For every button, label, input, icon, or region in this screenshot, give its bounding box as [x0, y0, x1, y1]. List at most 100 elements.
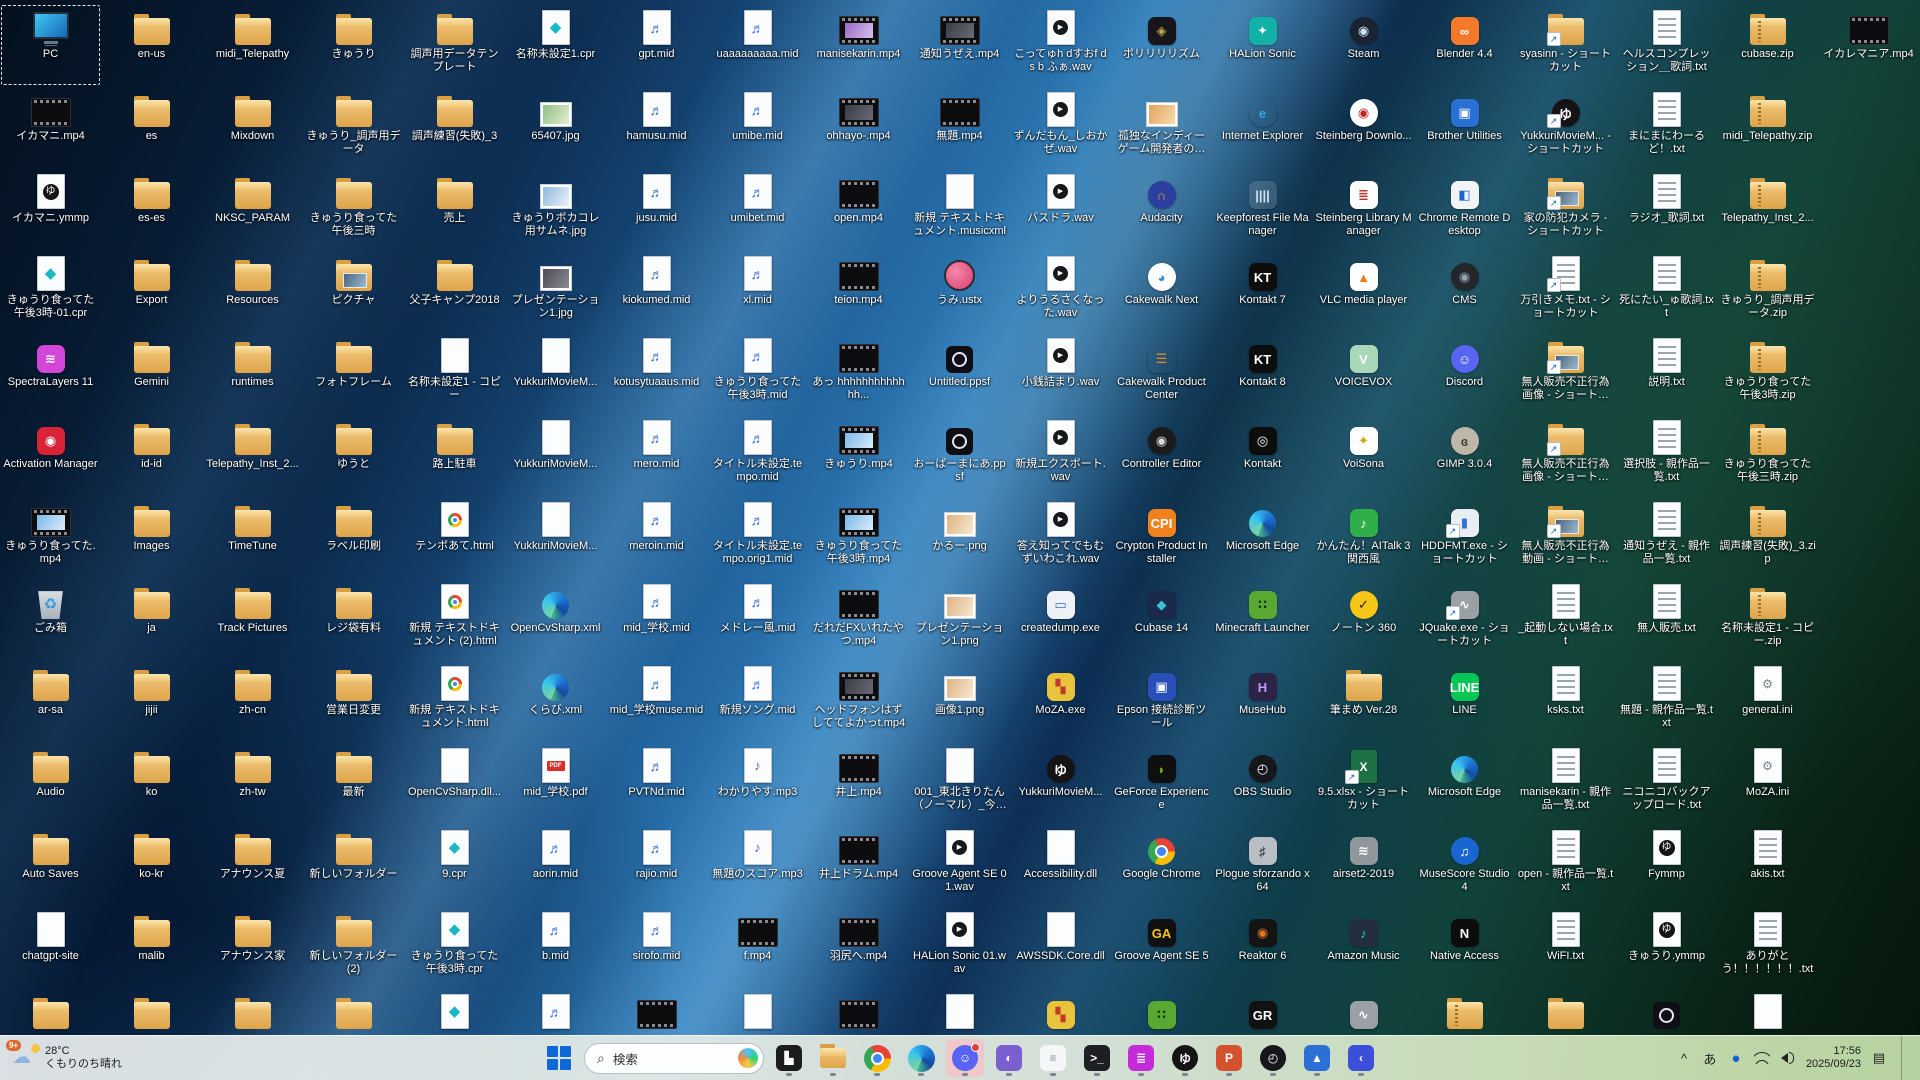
desktop-icon[interactable]: 営業日変更: [303, 660, 404, 742]
desktop-icon[interactable]: [1717, 988, 1818, 1036]
desktop-icon[interactable]: プレゼンテーション1.jpg: [505, 250, 606, 332]
desktop-icon[interactable]: ✦ VoiSona: [1313, 414, 1414, 496]
powerpoint-taskbar-button[interactable]: P: [1210, 1039, 1248, 1077]
desktop-icon[interactable]: ♬ aorin.mid: [505, 824, 606, 906]
desktop-icon[interactable]: ▮ ↗ HDDFMT.exe - ショートカット: [1414, 496, 1515, 578]
desktop-icon[interactable]: e Internet Explorer: [1212, 86, 1313, 168]
file-explorer-taskbar-button[interactable]: [814, 1039, 852, 1077]
desktop-icon[interactable]: ヘルスコンプレッション＿歌詞.txt: [1616, 4, 1717, 86]
desktop-icon[interactable]: N Native Access: [1414, 906, 1515, 988]
desktop-icon[interactable]: H MuseHub: [1212, 660, 1313, 742]
desktop-icon[interactable]: かるー.png: [909, 496, 1010, 578]
desktop-icon[interactable]: 無人販売.txt: [1616, 578, 1717, 660]
desktop-icon[interactable]: 無題.mp4: [909, 86, 1010, 168]
desktop-icon[interactable]: ◉ Activation Manager: [0, 414, 101, 496]
desktop-icon[interactable]: アナウンス家: [202, 906, 303, 988]
desktop-icon[interactable]: V VOICEVOX: [1313, 332, 1414, 414]
desktop-icon[interactable]: ◎ Kontakt: [1212, 414, 1313, 496]
desktop-icon[interactable]: NKSC_PARAM: [202, 168, 303, 250]
desktop-icon[interactable]: きゅうりボカコレ用サムネ.jpg: [505, 168, 606, 250]
desktop-icon[interactable]: ▣ Brother Utilities: [1414, 86, 1515, 168]
desktop-icon[interactable]: ♬ きゅうり食ってた午後3時.mid: [707, 332, 808, 414]
desktop-icon[interactable]: ヘッドフォンはずしててよかっt.mp4: [808, 660, 909, 742]
desktop-icon[interactable]: ↗ 家の防犯カメラ - ショートカット: [1515, 168, 1616, 250]
desktop-icon[interactable]: 新規 テキストドキュメント (2).html: [404, 578, 505, 660]
volume-icon[interactable]: [1780, 1052, 1796, 1064]
desktop-icon[interactable]: Microsoft Edge: [1212, 496, 1313, 578]
desktop-icon[interactable]: ko-kr: [101, 824, 202, 906]
desktop-icon[interactable]: open - 親作品一覧.txt: [1515, 824, 1616, 906]
desktop-icon[interactable]: Track Pictures: [202, 578, 303, 660]
desktop-icon[interactable]: ◆ きゅうり食ってた午後3時.cpr: [404, 906, 505, 988]
desktop-icon[interactable]: だれだFXいれたやつ.mp4: [808, 578, 909, 660]
desktop-icon[interactable]: ゆ YukkuriMovieM...: [1010, 742, 1111, 824]
desktop-icon[interactable]: ピクチャ: [303, 250, 404, 332]
desktop-icon[interactable]: PDF mid_学校.pdf: [505, 742, 606, 824]
desktop-icon[interactable]: 無題 - 親作品一覧.txt: [1616, 660, 1717, 742]
desktop-icon[interactable]: Resources: [202, 250, 303, 332]
desktop-icon[interactable]: Images: [101, 496, 202, 578]
desktop-icon[interactable]: ▶ Groove Agent SE 01.wav: [909, 824, 1010, 906]
desktop-icon[interactable]: ♬ タイトル未設定.tempo.orig1.mid: [707, 496, 808, 578]
desktop-icon[interactable]: 最新: [303, 742, 404, 824]
desktop-icon[interactable]: ✓ ノートン 360: [1313, 578, 1414, 660]
desktop-icon[interactable]: open.mp4: [808, 168, 909, 250]
desktop-icon[interactable]: あっ hhhhhhhhhhhhh...: [808, 332, 909, 414]
desktop-icon[interactable]: きゅうり_調声用データ.zip: [1717, 250, 1818, 332]
desktop-icon[interactable]: 路上駐車: [404, 414, 505, 496]
desktop-icon[interactable]: ∞ Blender 4.4: [1414, 4, 1515, 86]
desktop-icon[interactable]: es-es: [101, 168, 202, 250]
desktop-icon[interactable]: ♬ kiokumed.mid: [606, 250, 707, 332]
desktop-icon[interactable]: |||| Keepforest File Manager: [1212, 168, 1313, 250]
desktop-icon[interactable]: 画像1.png: [909, 660, 1010, 742]
magenta-stack-app-taskbar-button[interactable]: ≣: [1122, 1039, 1160, 1077]
desktop-icon[interactable]: [707, 988, 808, 1036]
desktop-icon[interactable]: きゅうり: [303, 4, 404, 86]
desktop-icon[interactable]: ◉ Steam: [1313, 4, 1414, 86]
desktop-icon[interactable]: X ↗ 9.5.xlsx - ショートカット: [1313, 742, 1414, 824]
desktop-icon[interactable]: Gemini: [101, 332, 202, 414]
desktop-icon[interactable]: ニコニコバックアップロード.txt: [1616, 742, 1717, 824]
desktop-icon[interactable]: ▶ 小銭詰まり.wav: [1010, 332, 1111, 414]
desktop-icon[interactable]: [202, 988, 303, 1036]
desktop-icon[interactable]: AWSSDK.Core.dll: [1010, 906, 1111, 988]
desktop-icon[interactable]: manisekarin - 親作品一覧.txt: [1515, 742, 1616, 824]
desktop-icon[interactable]: ↗ 無人販売不正行為画像 - ショートカット: [1515, 414, 1616, 496]
desktop-icon[interactable]: OpenCvSharp.dll...: [404, 742, 505, 824]
desktop-icon[interactable]: イカマニ.mp4: [0, 86, 101, 168]
desktop-icon[interactable]: 001_東北きりたん（ノーマル）_今しゃ...: [909, 742, 1010, 824]
desktop-icon[interactable]: 新規 テキストドキュメント.html: [404, 660, 505, 742]
desktop-icon[interactable]: ↗ syasinn - ショートカット: [1515, 4, 1616, 86]
desktop-icon[interactable]: ▚ MoZA.exe: [1010, 660, 1111, 742]
desktop-icon[interactable]: [808, 988, 909, 1036]
desktop-icon[interactable]: ♬ mero.mid: [606, 414, 707, 496]
desktop-icon[interactable]: [606, 988, 707, 1036]
desktop-icon[interactable]: ko: [101, 742, 202, 824]
desktop-icon[interactable]: おーばーまにあ.ppsf: [909, 414, 1010, 496]
desktop-icon[interactable]: ▶ HALion Sonic 01.wav: [909, 906, 1010, 988]
desktop-icon[interactable]: まにまにわーるど！.txt: [1616, 86, 1717, 168]
desktop-icon[interactable]: ♬ mid_学校.mid: [606, 578, 707, 660]
desktop-icon[interactable]: ◆ 名称未設定1.cpr: [505, 4, 606, 86]
notification-icon[interactable]: ▤: [1871, 1050, 1887, 1066]
desktop-icon[interactable]: KT Kontakt 7: [1212, 250, 1313, 332]
desktop-icon[interactable]: es: [101, 86, 202, 168]
desktop-icon[interactable]: 孤独なインディーゲーム開発者の一生 ...: [1111, 86, 1212, 168]
desktop-icon[interactable]: ↗ 無人販売不正行為画像 - ショートカッ...: [1515, 332, 1616, 414]
desktop-icon[interactable]: Microsoft Edge: [1414, 742, 1515, 824]
desktop-icon[interactable]: ksks.txt: [1515, 660, 1616, 742]
desktop-icon[interactable]: ≋ airset2-2019: [1313, 824, 1414, 906]
desktop-icon[interactable]: きゅうり食ってた午後3時.zip: [1717, 332, 1818, 414]
desktop-icon[interactable]: 通知うぜえ.mp4: [909, 4, 1010, 86]
desktop-icon[interactable]: 通知うぜえ - 親作品一覧.txt: [1616, 496, 1717, 578]
desktop-icon[interactable]: malib: [101, 906, 202, 988]
desktop-icon[interactable]: ♻ ごみ箱: [0, 578, 101, 660]
desktop-icon[interactable]: ♬ kotusytuaaus.mid: [606, 332, 707, 414]
desktop-icon[interactable]: ♬ jusu.mid: [606, 168, 707, 250]
desktop-icon[interactable]: 羽尻へ.mp4: [808, 906, 909, 988]
desktop-icon[interactable]: 説明.txt: [1616, 332, 1717, 414]
desktop-icon[interactable]: ↗ 万引きメモ.txt - ショートカット: [1515, 250, 1616, 332]
desktop-icon[interactable]: jijii: [101, 660, 202, 742]
desktop-icon[interactable]: ♪ Amazon Music: [1313, 906, 1414, 988]
wifi-icon[interactable]: [1753, 1052, 1770, 1064]
